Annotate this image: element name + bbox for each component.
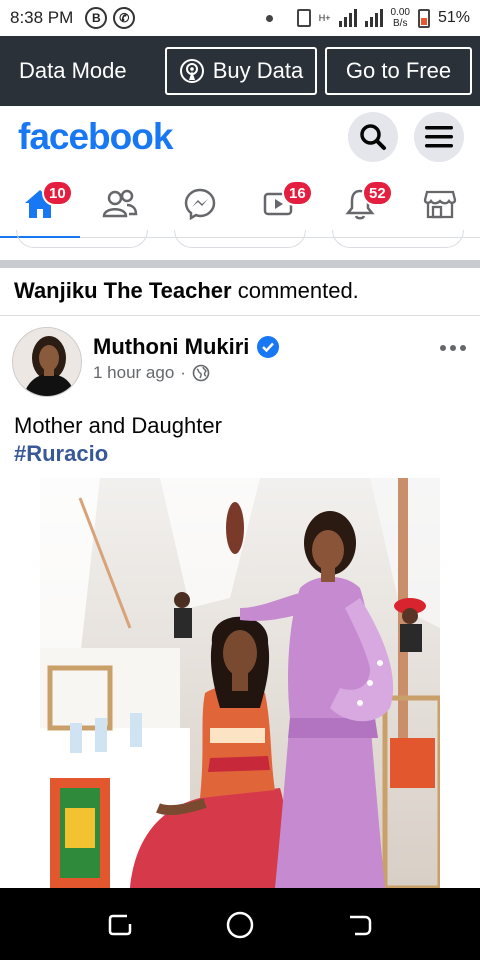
network-speed-unit: B/s <box>393 18 408 29</box>
post-meta: 1 hour ago · <box>93 363 210 383</box>
system-nav-bar <box>0 888 480 960</box>
activity-header[interactable]: Wanjiku The Teacher commented. <box>0 268 480 316</box>
reaction-button-stub <box>16 230 148 248</box>
avatar-image <box>13 328 81 396</box>
post-photo[interactable] <box>40 478 440 888</box>
comment-button-stub <box>174 230 306 248</box>
hamburger-menu-icon <box>425 126 453 148</box>
home-nav-icon[interactable] <box>225 910 255 940</box>
vibrate-icon <box>296 9 311 27</box>
tab-watch[interactable]: 16 <box>258 180 313 226</box>
network-speed-value: 0.00 <box>390 7 410 18</box>
facebook-logo[interactable]: facebook <box>18 116 173 158</box>
buy-data-label: Buy Data <box>212 58 304 83</box>
tab-home[interactable]: 10 <box>18 180 73 226</box>
b-app-icon: B <box>85 7 108 29</box>
globe-icon <box>192 364 210 382</box>
previous-post-edge <box>0 230 480 260</box>
more-options-button[interactable] <box>440 345 466 351</box>
tab-marketplace[interactable] <box>418 182 462 226</box>
activity-action: commented. <box>237 278 359 303</box>
network-type: H+ <box>318 12 331 23</box>
data-mode-label: Data Mode <box>19 58 127 83</box>
watch-badge: 16 <box>282 180 313 206</box>
status-time: 8:38 PM <box>10 8 74 27</box>
marketplace-icon <box>423 190 457 219</box>
broadcast-icon <box>179 59 204 83</box>
post-caption: Mother and Daughter <box>14 413 222 438</box>
post-text: Mother and Daughter #Ruracio <box>14 412 222 468</box>
tab-friends[interactable] <box>98 182 142 226</box>
messenger-icon <box>184 188 216 221</box>
signal-2-icon <box>364 9 383 27</box>
post-author[interactable]: Muthoni Mukiri <box>93 334 280 360</box>
post-time[interactable]: 1 hour ago <box>93 363 174 383</box>
go-to-free-label: Go to Free <box>345 58 452 83</box>
status-bar: 8:38 PM B ✆ H+ 0.00 B/s 51% <box>0 0 480 36</box>
dot-icon <box>450 345 456 351</box>
back-icon[interactable] <box>345 910 375 940</box>
friends-icon <box>102 189 138 218</box>
verified-badge-icon <box>257 336 280 358</box>
avatar[interactable] <box>12 327 82 397</box>
post-header: Muthoni Mukiri 1 hour ago · <box>0 317 480 399</box>
data-mode-bar: Data Mode Buy Data Go to Free <box>0 36 480 106</box>
notifications-badge: 52 <box>362 180 393 206</box>
search-icon <box>360 124 386 150</box>
main-nav: 10 16 52 <box>0 172 480 239</box>
go-to-free-button[interactable]: Go to Free <box>325 47 472 95</box>
tab-notifications[interactable]: 52 <box>338 180 393 226</box>
feed-separator <box>0 260 480 268</box>
menu-button[interactable] <box>414 112 464 162</box>
network-speed: 0.00 B/s <box>391 7 410 29</box>
meta-separator: · <box>180 363 186 382</box>
activity-actor[interactable]: Wanjiku The Teacher <box>14 278 232 303</box>
whatsapp-icon: ✆ <box>113 7 136 29</box>
recent-apps-icon[interactable] <box>105 910 135 940</box>
notification-dot-icon <box>265 14 273 22</box>
signal-icon <box>338 9 357 27</box>
battery-percent: 51% <box>437 9 470 26</box>
author-name[interactable]: Muthoni Mukiri <box>93 334 249 360</box>
photo-illustration <box>40 478 440 888</box>
battery-icon <box>417 8 430 28</box>
home-badge: 10 <box>42 180 73 206</box>
app-header: facebook <box>0 106 480 172</box>
post-hashtag[interactable]: #Ruracio <box>14 440 222 468</box>
tab-messenger[interactable] <box>178 182 222 226</box>
buy-data-button[interactable]: Buy Data <box>165 47 317 95</box>
share-button-stub <box>332 230 464 248</box>
dot-icon <box>440 345 446 351</box>
dot-icon <box>460 345 466 351</box>
search-button[interactable] <box>348 112 398 162</box>
